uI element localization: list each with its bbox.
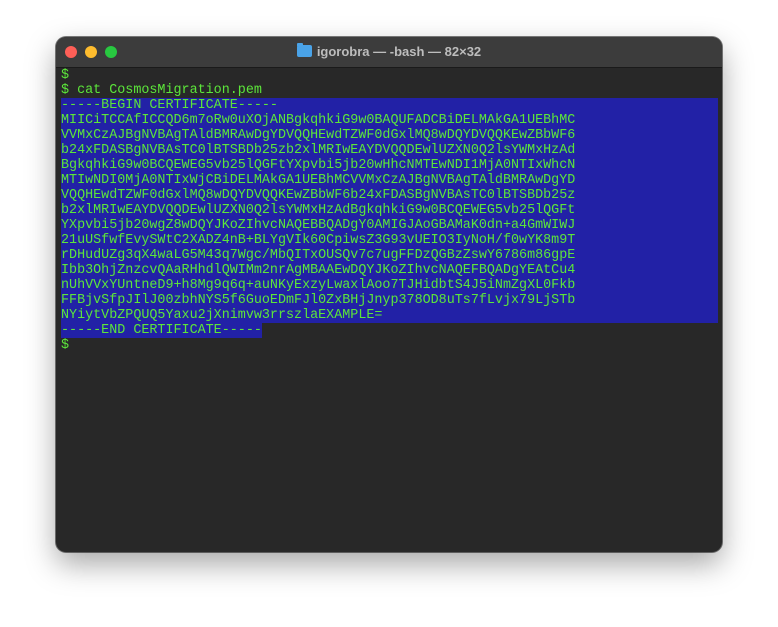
terminal-line-text: BgkqhkiG9w0BCQEWEG5vb25lQGFtYXpvbi5jb20w… [61, 158, 576, 173]
terminal-line-text: rDHudUZg3qX4waLG5M43q7Wgc/MbQITxOUSQv7c7… [61, 248, 576, 263]
terminal-line-text: nUhVVxYUntneD9+h8Mg9q6q+auNKyExzyLwaxlAo… [61, 278, 576, 293]
window-title: igorobra — -bash — 82×32 [56, 43, 722, 59]
terminal-line-text: b2xlMRIwEAYDVQQDEwlUZXN0Q2lsYWMxHzAdBgkq… [61, 203, 576, 218]
terminal-line-text: 21uUSfwfEvySWtC2XADZ4nB+BLYgVIk60CpiwsZ3… [61, 233, 576, 248]
terminal-line-text: b24xFDASBgNVBAsTC0lBTSBDb25zb2xlMRIwEAYD… [61, 143, 576, 158]
terminal-line-text: -----END CERTIFICATE----- [61, 323, 262, 338]
terminal-line-text: $ cat CosmosMigration.pem [61, 83, 262, 98]
terminal-line: b24xFDASBgNVBAsTC0lBTSBDb25zb2xlMRIwEAYD… [61, 143, 718, 158]
terminal-line: 21uUSfwfEvySWtC2XADZ4nB+BLYgVIk60CpiwsZ3… [61, 233, 718, 248]
window-title-text: igorobra — -bash — 82×32 [316, 44, 482, 59]
terminal-line: NYiytVbZPQUQ5Yaxu2jXnimvw3rrszlaEXAMPLE= [61, 308, 718, 323]
terminal-line: b2xlMRIwEAYDVQQDEwlUZXN0Q2lsYWMxHzAdBgkq… [61, 203, 718, 218]
terminal-line: -----END CERTIFICATE----- [61, 323, 718, 338]
terminal-line: $ [61, 338, 718, 353]
terminal-line: YXpvbi5jb20wgZ8wDQYJKoZIhvcNAQEBBQADgY0A… [61, 218, 718, 233]
terminal-line-text: $ [61, 338, 70, 353]
terminal-line: nUhVVxYUntneD9+h8Mg9q6q+auNKyExzyLwaxlAo… [61, 278, 718, 293]
terminal-line: -----BEGIN CERTIFICATE----- [61, 98, 718, 113]
terminal-line-text: YXpvbi5jb20wgZ8wDQYJKoZIhvcNAQEBBQADgY0A… [61, 218, 576, 233]
terminal-line: $ cat CosmosMigration.pem [61, 83, 718, 98]
terminal-line-text: FFBjvSfpJIlJ00zbhNYS5f6GuoEDmFJl0ZxBHjJn… [61, 293, 576, 308]
terminal-window: igorobra — -bash — 82×32 $ $ cat CosmosMi… [56, 37, 722, 552]
terminal-line-text: MTIwNDI0MjA0NTIxWjCBiDELMAkGA1UEBhMCVVMx… [61, 173, 576, 188]
terminal-line-text: VVMxCzAJBgNVBAgTAldBMRAwDgYDVQQHEwdTZWF0… [61, 128, 576, 143]
terminal-line: Ibb3OhjZnzcvQAaRHhdlQWIMm2nrAgMBAAEwDQYJ… [61, 263, 718, 278]
terminal-line: rDHudUZg3qX4waLG5M43q7Wgc/MbQITxOUSQv7c7… [61, 248, 718, 263]
terminal-line-text: -----BEGIN CERTIFICATE----- [61, 98, 278, 113]
terminal-line: FFBjvSfpJIlJ00zbhNYS5f6GuoEDmFJl0ZxBHjJn… [61, 293, 718, 308]
terminal-line: VQQHEwdTZWF0dGxlMQ8wDQYDVQQKEwZBbWF6b24x… [61, 188, 718, 203]
title-bar: igorobra — -bash — 82×32 [56, 37, 722, 68]
folder-icon [296, 43, 312, 57]
terminal-line: BgkqhkiG9w0BCQEWEG5vb25lQGFtYXpvbi5jb20w… [61, 158, 718, 173]
terminal-line: MIICiTCCAfICCQD6m7oRw0uXOjANBgkqhkiG9w0B… [61, 113, 718, 128]
terminal-line: MTIwNDI0MjA0NTIxWjCBiDELMAkGA1UEBhMCVVMx… [61, 173, 718, 188]
terminal-line-text: NYiytVbZPQUQ5Yaxu2jXnimvw3rrszlaEXAMPLE= [61, 308, 383, 323]
terminal-output[interactable]: $ $ cat CosmosMigration.pem -----BEGIN CER… [61, 68, 718, 552]
terminal-line-text: VQQHEwdTZWF0dGxlMQ8wDQYDVQQKEwZBbWF6b24x… [61, 188, 576, 203]
terminal-line-text: MIICiTCCAfICCQD6m7oRw0uXOjANBgkqhkiG9w0B… [61, 113, 576, 128]
terminal-line: $ [61, 68, 718, 83]
terminal-line-text: $ [61, 68, 70, 83]
terminal-line-text: Ibb3OhjZnzcvQAaRHhdlQWIMm2nrAgMBAAEwDQYJ… [61, 263, 576, 278]
terminal-line: VVMxCzAJBgNVBAgTAldBMRAwDgYDVQQHEwdTZWF0… [61, 128, 718, 143]
